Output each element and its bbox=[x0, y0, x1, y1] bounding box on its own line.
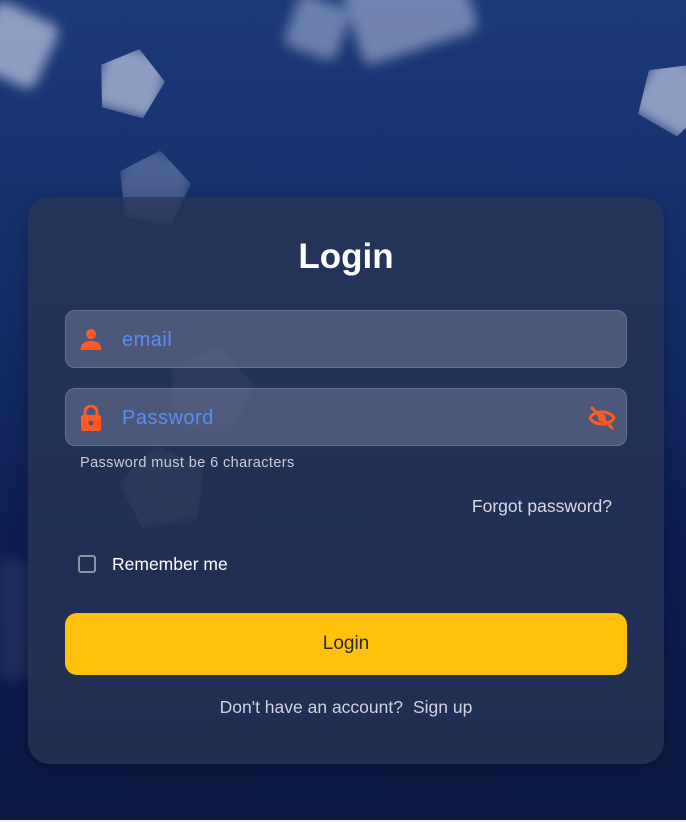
lock-icon bbox=[79, 404, 103, 431]
remember-me-checkbox[interactable] bbox=[78, 555, 96, 573]
page-title: Login bbox=[298, 237, 394, 276]
signup-link[interactable]: Sign up bbox=[413, 697, 472, 717]
password-input[interactable] bbox=[120, 389, 564, 447]
email-field[interactable] bbox=[65, 310, 627, 369]
background-bokeh bbox=[340, 0, 480, 67]
background-bokeh bbox=[0, 0, 62, 92]
password-field[interactable] bbox=[65, 388, 627, 447]
login-screen: Login email Password must be 6 character… bbox=[0, 0, 686, 822]
signup-row: Don't have an account? Sign up bbox=[28, 697, 664, 718]
email-input[interactable] bbox=[120, 311, 564, 369]
remember-me: Remember me bbox=[78, 552, 228, 576]
background-bokeh bbox=[0, 560, 30, 680]
password-hint: Password must be 6 characters bbox=[80, 455, 295, 471]
login-button[interactable]: Login bbox=[65, 613, 627, 675]
forgot-password-link[interactable]: Forgot password? bbox=[472, 496, 612, 517]
login-card: Login email Password must be 6 character… bbox=[28, 197, 664, 764]
eye-off-icon[interactable] bbox=[588, 405, 616, 431]
signup-prompt: Don't have an account? bbox=[219, 697, 403, 717]
person-icon bbox=[79, 327, 103, 351]
remember-me-label: Remember me bbox=[112, 553, 228, 574]
background-bokeh bbox=[91, 41, 172, 122]
background-bokeh bbox=[282, 0, 353, 63]
background-bokeh bbox=[627, 47, 686, 143]
